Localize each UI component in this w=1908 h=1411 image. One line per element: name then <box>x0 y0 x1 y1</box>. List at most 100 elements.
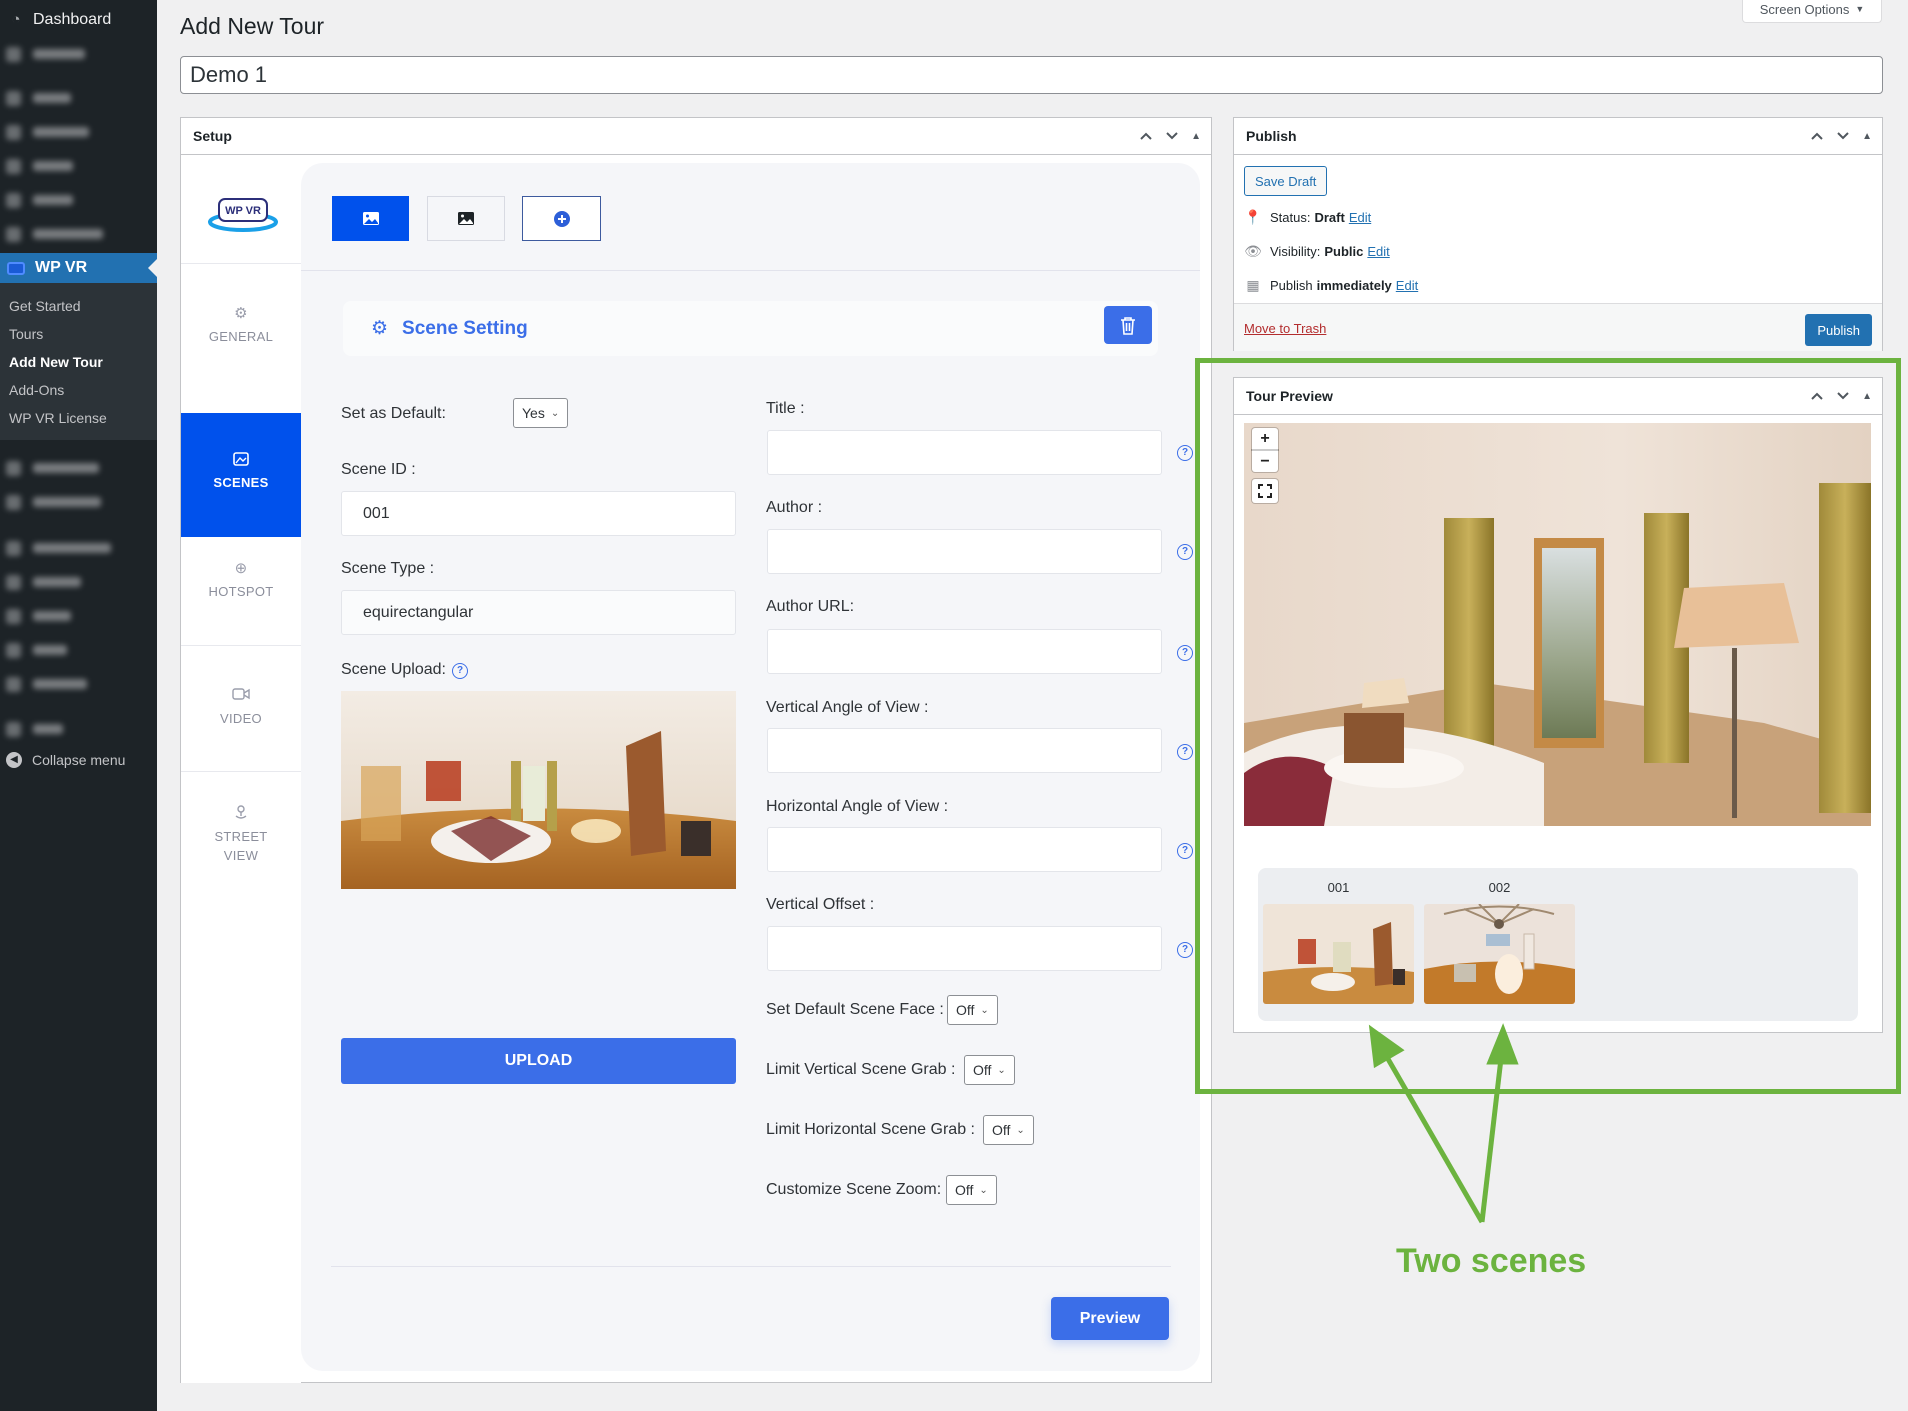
move-up-icon[interactable] <box>1810 129 1824 144</box>
help-icon[interactable]: ? <box>1177 544 1193 560</box>
menu-item-blurred[interactable] <box>6 608 71 624</box>
zoom-out-button[interactable]: − <box>1252 450 1278 472</box>
submenu-get-started[interactable]: Get Started <box>0 292 157 320</box>
edit-visibility-link[interactable]: Edit <box>1367 244 1389 259</box>
map-pin-icon <box>232 803 250 821</box>
publish-button[interactable]: Publish <box>1805 314 1872 346</box>
nav-tab-general[interactable]: ⚙ GENERAL <box>181 305 301 365</box>
annotation-arrow-left <box>1381 1050 1485 1224</box>
scene-thumbnail-image <box>1263 904 1414 1004</box>
status-value: Draft <box>1314 210 1345 225</box>
menu-item-blurred[interactable] <box>6 540 111 556</box>
limit-horizontal-grab-select[interactable]: Off ⌄ <box>983 1115 1034 1145</box>
calendar-icon: ▦ <box>1246 277 1260 293</box>
upload-button[interactable]: UPLOAD <box>341 1038 736 1084</box>
toggle-panel-icon[interactable]: ▲ <box>1191 131 1201 142</box>
menu-item-blurred[interactable] <box>6 226 103 242</box>
select-value: Off <box>956 1002 975 1018</box>
edit-status-link[interactable]: Edit <box>1349 210 1371 225</box>
menu-item-blurred[interactable] <box>6 642 67 658</box>
nav-tab-video[interactable]: VIDEO <box>181 687 301 747</box>
help-icon[interactable]: ? <box>1177 645 1193 661</box>
move-down-icon[interactable] <box>1165 129 1179 144</box>
menu-wp-vr[interactable]: WP VR <box>0 253 157 283</box>
submenu-license[interactable]: WP VR License <box>0 404 157 432</box>
nav-tab-street-view[interactable]: STREET VIEW <box>181 803 301 883</box>
edit-schedule-link[interactable]: Edit <box>1396 278 1418 293</box>
customize-zoom-select[interactable]: Off ⌄ <box>946 1175 997 1205</box>
add-scene-button[interactable] <box>522 196 601 241</box>
move-down-icon[interactable] <box>1836 389 1850 404</box>
limit-vertical-grab-select[interactable]: Off ⌄ <box>964 1055 1015 1085</box>
nav-divider <box>181 645 301 646</box>
limit-vertical-grab-label: Limit Vertical Scene Grab : <box>766 1061 956 1078</box>
toggle-panel-icon[interactable]: ▲ <box>1862 391 1872 402</box>
menu-item-blurred[interactable] <box>6 574 81 590</box>
publish-actions: Move to Trash Publish <box>1234 303 1882 351</box>
submenu-add-ons[interactable]: Add-Ons <box>0 376 157 404</box>
menu-item-blurred[interactable] <box>6 192 73 208</box>
scene-title-input[interactable] <box>767 430 1162 475</box>
nav-tab-scenes[interactable]: SCENES <box>181 413 301 537</box>
panorama-viewer[interactable]: + − <box>1244 423 1871 826</box>
move-up-icon[interactable] <box>1139 129 1153 144</box>
zoom-in-button[interactable]: + <box>1252 428 1278 450</box>
default-scene-face-label: Set Default Scene Face : <box>766 1001 944 1018</box>
scene-id-input[interactable]: 001 <box>341 491 736 536</box>
image-icon <box>232 451 250 469</box>
nav-tab-general-label: GENERAL <box>208 329 274 344</box>
submenu-tours[interactable]: Tours <box>0 320 157 348</box>
move-down-icon[interactable] <box>1836 129 1850 144</box>
horizontal-angle-label: Horizontal Angle of View : <box>766 798 949 815</box>
gear-icon: ⚙ <box>371 318 389 339</box>
menu-dashboard[interactable]: ◔ Dashboard <box>0 5 157 35</box>
scene-author-input[interactable] <box>767 529 1162 574</box>
scene-thumbnail-002[interactable]: 002 <box>1424 878 1575 1004</box>
collapse-menu-button[interactable]: ◀ Collapse menu <box>6 752 125 768</box>
vertical-angle-input[interactable] <box>767 728 1162 773</box>
eye-icon: 👁 <box>1244 243 1262 259</box>
annotation-label: Two scenes <box>1396 1242 1587 1280</box>
save-draft-button[interactable]: Save Draft <box>1244 166 1328 196</box>
scene-author-url-input[interactable] <box>767 629 1162 674</box>
scene-tab-1[interactable] <box>332 196 409 241</box>
tour-title-input[interactable] <box>180 56 1883 94</box>
help-icon[interactable]: ? <box>1177 744 1193 760</box>
fullscreen-button[interactable] <box>1252 479 1278 503</box>
move-up-icon[interactable] <box>1810 389 1824 404</box>
menu-item-blurred[interactable] <box>6 158 73 174</box>
menu-item-blurred[interactable] <box>6 721 63 737</box>
tour-preview-header: Tour Preview ▲ <box>1234 378 1882 415</box>
vertical-offset-input[interactable] <box>767 926 1162 971</box>
help-icon[interactable]: ? <box>452 663 468 679</box>
scene-tab-2[interactable] <box>427 196 505 241</box>
menu-item-blurred[interactable] <box>6 494 101 510</box>
set-as-default-select[interactable]: Yes ⌄ <box>513 398 569 428</box>
pin-icon: 📍 <box>1244 209 1262 225</box>
menu-item-blurred[interactable] <box>6 676 87 692</box>
nav-tab-hotspot[interactable]: ⊕ HOTSPOT <box>181 560 301 620</box>
menu-item-blurred[interactable] <box>6 90 71 106</box>
delete-scene-button[interactable] <box>1104 306 1152 344</box>
help-icon[interactable]: ? <box>1177 942 1193 958</box>
move-to-trash-link[interactable]: Move to Trash <box>1244 321 1326 336</box>
menu-item-blurred[interactable] <box>6 124 89 140</box>
help-icon[interactable]: ? <box>1177 843 1193 859</box>
set-as-default-label: Set as Default: <box>341 405 446 422</box>
chevron-down-icon: ⌄ <box>979 1184 988 1196</box>
title-label: Title : <box>766 400 805 417</box>
screen-options-button[interactable]: Screen Options ▼ <box>1742 0 1882 23</box>
submenu-add-new-tour[interactable]: Add New Tour <box>0 348 157 376</box>
menu-item-blurred[interactable] <box>6 46 85 62</box>
horizontal-angle-input[interactable] <box>767 827 1162 872</box>
scene-thumbnail-001[interactable]: 001 <box>1263 878 1414 1004</box>
help-icon[interactable]: ? <box>1177 445 1193 461</box>
preview-button[interactable]: Preview <box>1051 1297 1169 1340</box>
toggle-panel-icon[interactable]: ▲ <box>1862 131 1872 142</box>
publish-label: Publish <box>1270 278 1313 293</box>
menu-item-blurred[interactable] <box>6 460 99 476</box>
scene-type-input[interactable]: equirectangular <box>341 590 736 635</box>
scene-setting-header: ⚙ Scene Setting <box>343 301 1158 356</box>
wpvr-nav: WP VR ⚙ GENERAL SCENES ⊕ HOTSPOT VIDEO S… <box>181 155 301 1383</box>
default-scene-face-select[interactable]: Off ⌄ <box>947 995 998 1025</box>
